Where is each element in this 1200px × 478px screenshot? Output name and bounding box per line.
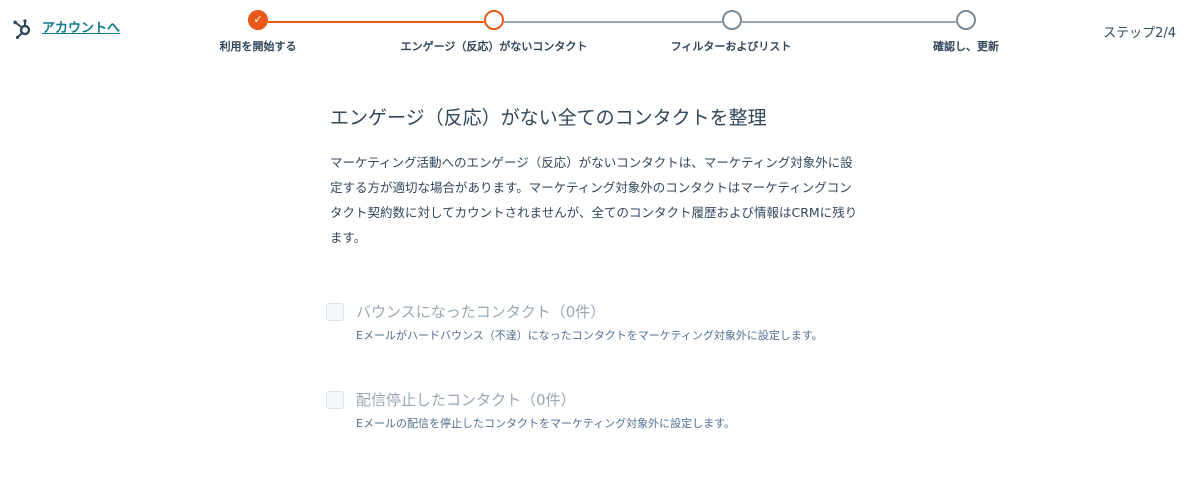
step-1-label: 利用を開始する xyxy=(219,40,297,53)
page: アカウントへ ✓ 利用を開始する エンゲージ（反応）がないコンタクト フィルター… xyxy=(0,0,1200,478)
unsubscribed-contacts-description: Eメールの配信を停止したコンタクトをマーケティング対象外に設定します。 xyxy=(356,417,735,430)
progress-stepper: ✓ 利用を開始する エンゲージ（反応）がないコンタクト フィルターおよびリスト … xyxy=(0,0,1200,60)
step-counter: ステップ2/4 xyxy=(1103,26,1176,41)
unsubscribed-contacts-checkbox[interactable] xyxy=(326,391,344,409)
unsubscribed-contacts-label: 配信停止したコンタクト（0件） xyxy=(356,391,576,409)
step-connector-done xyxy=(268,21,484,23)
step-connector xyxy=(742,21,956,23)
page-description: マーケティング活動へのエンゲージ（反応）がないコンタクトは、マーケティング対象外… xyxy=(330,155,858,245)
unsubscribed-contacts-option: 配信停止したコンタクト（0件） Eメールの配信を停止したコンタクトをマーケティン… xyxy=(326,388,886,432)
step-1-complete-check-icon: ✓ xyxy=(248,10,268,30)
main-content: エンゲージ（反応）がない全てのコンタクトを整理 マーケティング活動へのエンゲージ… xyxy=(330,104,870,250)
step-4-circle xyxy=(956,10,976,30)
step-2-current-circle xyxy=(484,10,504,30)
option-row: バウンスになったコンタクト（0件） xyxy=(326,300,886,324)
bounced-contacts-description: Eメールがハードバウンス（不達）になったコンタクトをマーケティング対象外に設定し… xyxy=(356,329,823,342)
step-3-label: フィルターおよびリスト xyxy=(670,40,792,53)
step-connector xyxy=(504,21,722,23)
step-3-circle xyxy=(722,10,742,30)
option-row: 配信停止したコンタクト（0件） xyxy=(326,388,886,412)
step-2-label: エンゲージ（反応）がないコンタクト xyxy=(400,40,588,53)
bounced-contacts-option: バウンスになったコンタクト（0件） Eメールがハードバウンス（不達）になったコン… xyxy=(326,300,886,344)
bounced-contacts-label: バウンスになったコンタクト（0件） xyxy=(356,303,606,321)
bounced-contacts-checkbox[interactable] xyxy=(326,303,344,321)
page-title: エンゲージ（反応）がない全てのコンタクトを整理 xyxy=(330,107,767,129)
step-4-label: 確認し、更新 xyxy=(933,40,999,53)
